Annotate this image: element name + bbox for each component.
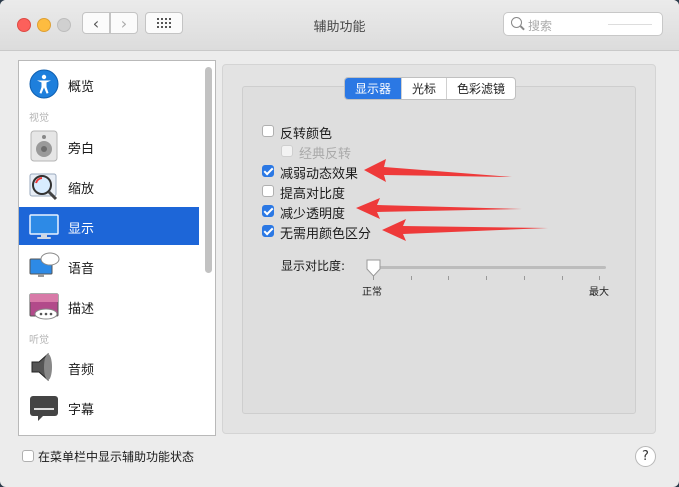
display-contrast-label: 显示对比度: — [281, 259, 346, 273]
classic-invert-checkbox[interactable] — [281, 145, 293, 157]
sidebar-item-label: 语音 — [68, 262, 95, 277]
sidebar-item-zoom[interactable]: 缩放 — [19, 167, 199, 205]
sidebar-item-overview[interactable]: 概览 — [19, 65, 199, 103]
sidebar-item-speech[interactable]: 语音 — [19, 247, 199, 285]
accessibility-icon — [29, 69, 59, 99]
help-button[interactable]: ? — [635, 446, 656, 467]
sidebar-scrollbar[interactable] — [205, 67, 212, 273]
sidebar-item-label: 概览 — [68, 80, 95, 95]
invert-colors-label: 反转颜色 — [280, 127, 333, 142]
show-in-menubar-label: 在菜单栏中显示辅助功能状态 — [38, 450, 195, 464]
sidebar-item-label: 缩放 — [68, 182, 95, 197]
sidebar-item-audio[interactable]: 音频 — [19, 348, 199, 386]
reduce-transparency-checkbox[interactable] — [262, 205, 274, 217]
annotation-arrow — [364, 159, 512, 182]
classic-invert-label: 经典反转 — [299, 147, 352, 162]
search-icon — [511, 17, 522, 28]
differentiate-without-color-checkbox[interactable] — [262, 225, 274, 237]
contrast-max-label: 最大 — [589, 287, 609, 298]
contrast-slider-thumb[interactable] — [365, 259, 382, 278]
category-sidebar[interactable]: 概览 视觉 旁白 缩放 显示 语音 描述 听觉 音频 字幕 — [18, 60, 216, 436]
reduce-motion-checkbox[interactable] — [262, 165, 274, 177]
magnifier-icon — [29, 173, 58, 201]
section-vision: 视觉 — [29, 113, 49, 124]
show-in-menubar-checkbox[interactable] — [22, 450, 34, 462]
reduce-transparency-label: 减少透明度 — [280, 207, 346, 222]
sidebar-item-display[interactable]: 显示 — [19, 207, 199, 245]
search-field[interactable]: 搜索 — [503, 12, 663, 36]
audio-speaker-icon — [31, 352, 52, 382]
tab-cursor[interactable]: 光标 — [401, 78, 446, 99]
captions-icon — [30, 396, 58, 421]
sidebar-item-label: 字幕 — [68, 403, 95, 418]
sidebar-item-descriptions[interactable]: 描述 — [19, 287, 199, 325]
descriptions-icon — [29, 293, 59, 320]
accessibility-window: ‹ › 辅助功能 搜索 概览 视觉 旁白 缩放 显示 语音 描述 听觉 音频 字… — [0, 0, 679, 487]
speech-icon — [29, 252, 60, 277]
increase-contrast-checkbox[interactable] — [262, 185, 274, 197]
sidebar-item-captions[interactable]: 字幕 — [19, 388, 199, 426]
section-hearing: 听觉 — [29, 335, 49, 346]
contrast-slider-track[interactable] — [373, 266, 606, 269]
display-icon — [29, 214, 59, 239]
differentiate-without-color-label: 无需用颜色区分 — [280, 227, 372, 242]
tab-display[interactable]: 显示器 — [345, 78, 402, 99]
annotation-arrow — [382, 219, 548, 241]
sidebar-item-label: 旁白 — [68, 142, 95, 157]
sidebar-item-voiceover[interactable]: 旁白 — [19, 127, 199, 165]
sidebar-item-label: 显示 — [68, 222, 95, 237]
tab-color-filters[interactable]: 色彩滤镜 — [446, 78, 515, 99]
invert-colors-checkbox[interactable] — [262, 125, 274, 137]
sidebar-item-label: 音频 — [68, 363, 95, 378]
title-bar: ‹ › 辅助功能 搜索 — [0, 0, 679, 51]
contrast-min-label: 正常 — [362, 287, 382, 298]
speaker-icon — [30, 130, 58, 162]
reduce-motion-label: 减弱动态效果 — [280, 167, 359, 182]
increase-contrast-label: 提高对比度 — [280, 187, 346, 202]
sidebar-item-label: 描述 — [68, 302, 95, 317]
search-placeholder: 搜索 — [528, 19, 553, 33]
tab-bar: 显示器 光标 色彩滤镜 — [344, 77, 517, 100]
